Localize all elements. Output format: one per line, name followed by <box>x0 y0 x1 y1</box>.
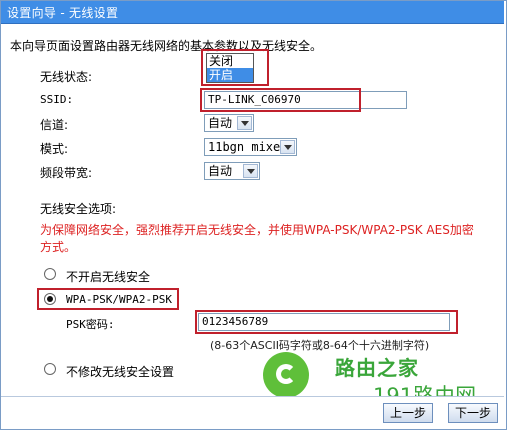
channel-label: 信道: <box>40 118 69 132</box>
page-title: 设置向导 - 无线设置 <box>7 6 119 20</box>
channel-select[interactable]: 自动 <box>204 114 254 132</box>
ssid-highlight-box <box>200 88 361 112</box>
bandwidth-label: 频段带宽: <box>40 166 93 180</box>
mode-value: 11bgn mixed <box>208 140 288 154</box>
mode-select[interactable]: 11bgn mixed <box>204 138 297 156</box>
radio-no-security[interactable] <box>44 268 56 280</box>
channel-value: 自动 <box>208 116 233 130</box>
next-button[interactable]: 下一步 <box>448 403 498 423</box>
wpa-highlight-box <box>37 288 179 310</box>
chevron-down-icon[interactable] <box>280 140 295 154</box>
title-bar: 设置向导 - 无线设置 <box>1 1 504 24</box>
bandwidth-select[interactable]: 自动 <box>204 162 260 180</box>
bandwidth-value: 自动 <box>208 164 233 178</box>
watermark-cn: 路由之家 <box>335 356 419 380</box>
status-highlight-box <box>201 49 269 86</box>
keep-security-label: 不修改无线安全设置 <box>66 365 175 379</box>
ssid-label: SSID: <box>40 93 74 106</box>
no-security-label: 不开启无线安全 <box>66 270 151 284</box>
mode-label: 模式: <box>40 142 69 156</box>
security-heading: 无线安全选项: <box>40 202 117 216</box>
prev-button[interactable]: 上一步 <box>383 403 433 423</box>
radio-keep-security[interactable] <box>44 363 56 375</box>
chevron-down-icon[interactable] <box>237 116 252 130</box>
psk-highlight-box <box>195 310 458 334</box>
watermark-logo-icon <box>263 352 309 398</box>
intro-text: 本向导页面设置路由器无线网络的基本参数以及无线安全。 <box>10 39 323 53</box>
chevron-down-icon[interactable] <box>243 164 258 178</box>
wireless-status-label: 无线状态: <box>40 70 93 84</box>
security-warning: 为保障网络安全，强烈推荐开启无线安全，并使用WPA-PSK/WPA2-PSK A… <box>40 223 474 254</box>
psk-label: PSK密码: <box>66 318 115 331</box>
